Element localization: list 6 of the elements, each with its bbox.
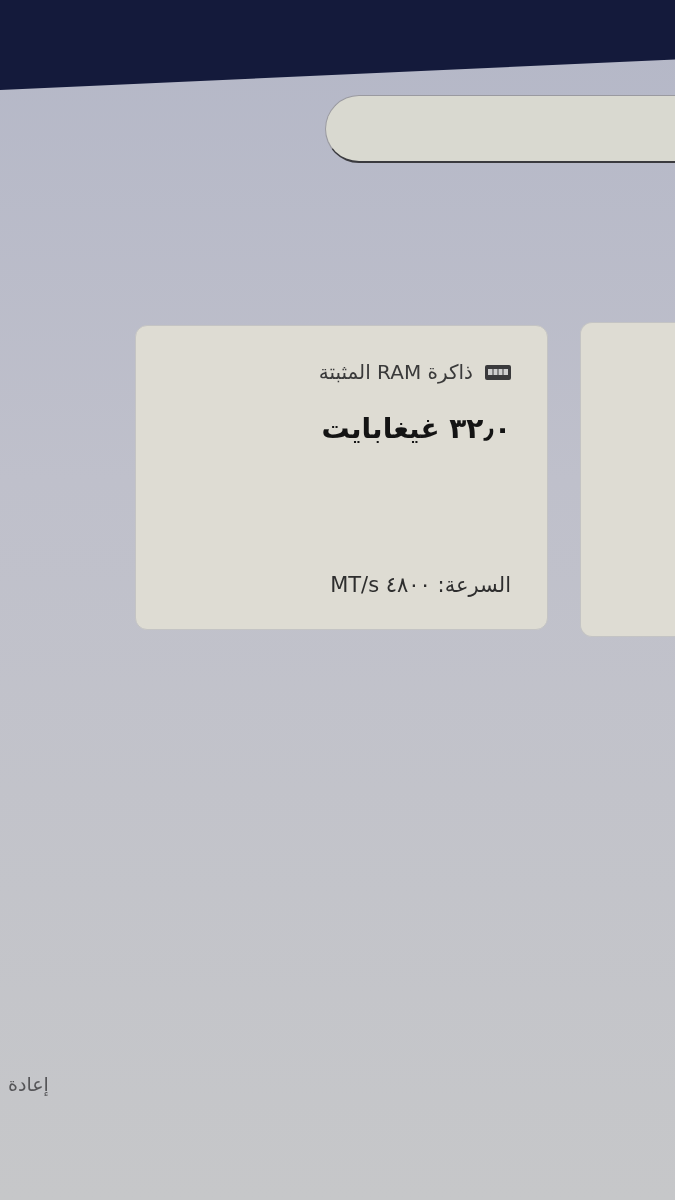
card-title: ذاكرة RAM المثبتة (318, 360, 473, 384)
search-field[interactable] (325, 95, 675, 163)
speed-text: السرعة: ٤٨٠٠ MT/s (330, 573, 511, 597)
memory-module-icon (485, 364, 511, 380)
memory-size-value: ٣٢٫٠ غيغابايت (321, 412, 511, 445)
action-link[interactable]: إعادة (8, 1073, 49, 1095)
